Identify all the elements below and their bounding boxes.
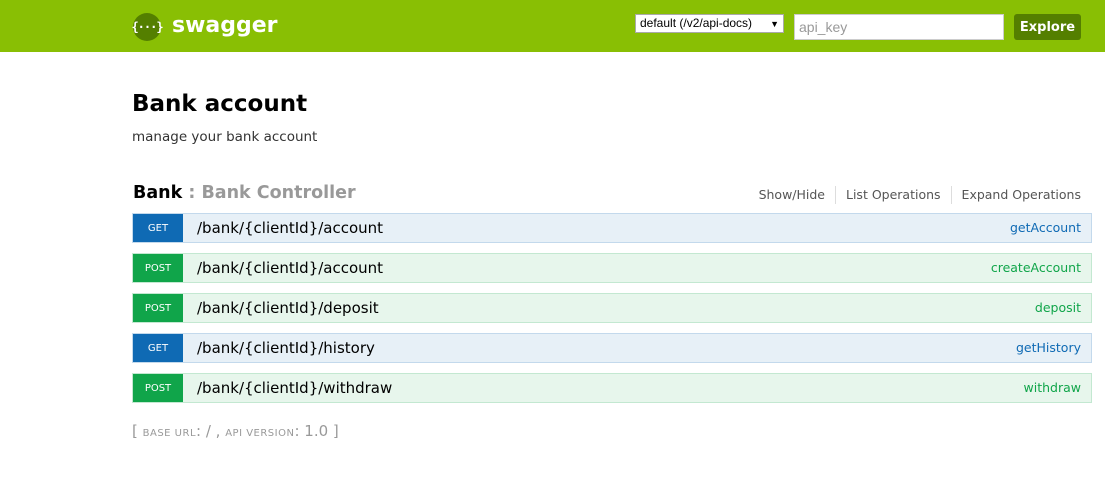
api-info-footer: [ BASE URL: / , API VERSION: 1.0 ] xyxy=(132,421,339,444)
base-url-label: BASE URL xyxy=(142,428,197,439)
operation-row[interactable]: POST /bank/{clientId}/account createAcco… xyxy=(132,253,1092,283)
http-method-badge[interactable]: GET xyxy=(133,214,183,242)
operation-path[interactable]: /bank/{clientId}/account xyxy=(197,219,383,237)
http-method-badge[interactable]: POST xyxy=(133,294,183,322)
list-operations-link[interactable]: List Operations xyxy=(835,186,951,204)
page-title: Bank account xyxy=(132,91,308,117)
expand-operations-link[interactable]: Expand Operations xyxy=(950,186,1081,204)
api-spec-select[interactable]: default (/v2/api-docs) ▼ xyxy=(635,14,784,33)
api-version-label: API VERSION xyxy=(225,428,295,439)
operation-row[interactable]: GET /bank/{clientId}/history getHistory xyxy=(132,333,1092,363)
operation-path[interactable]: /bank/{clientId}/deposit xyxy=(197,299,379,317)
http-method-badge[interactable]: POST xyxy=(133,374,183,402)
operation-row[interactable]: POST /bank/{clientId}/deposit deposit xyxy=(132,293,1092,323)
page-description: manage your bank account xyxy=(132,129,318,145)
resource-separator: : xyxy=(182,183,202,203)
operation-row[interactable]: GET /bank/{clientId}/account getAccount xyxy=(132,213,1092,243)
swagger-logo-text[interactable]: swagger xyxy=(172,10,278,42)
operation-path[interactable]: /bank/{clientId}/account xyxy=(197,259,383,277)
operation-nickname[interactable]: withdraw xyxy=(1024,380,1081,396)
swagger-logo-icon[interactable]: {···} xyxy=(131,13,164,41)
show-hide-link[interactable]: Show/Hide xyxy=(749,186,835,204)
api-version-value: : 1.0 xyxy=(294,422,333,440)
operation-nickname[interactable]: createAccount xyxy=(991,260,1081,276)
resource-name[interactable]: Bank xyxy=(133,183,182,203)
http-method-badge[interactable]: GET xyxy=(133,334,183,362)
top-header-bar: {···} swagger default (/v2/api-docs) ▼ a… xyxy=(0,0,1105,52)
footer-close-bracket: ] xyxy=(332,422,339,440)
operation-path[interactable]: /bank/{clientId}/withdraw xyxy=(197,379,392,397)
resource-options: Show/Hide List Operations Expand Operati… xyxy=(749,186,1081,204)
operation-path[interactable]: /bank/{clientId}/history xyxy=(197,339,375,357)
resource-heading[interactable]: Bank : Bank Controller xyxy=(133,180,356,206)
operation-row[interactable]: POST /bank/{clientId}/withdraw withdraw xyxy=(132,373,1092,403)
operation-nickname[interactable]: deposit xyxy=(1035,300,1081,316)
dropdown-arrow-icon: ▼ xyxy=(770,19,779,29)
http-method-badge[interactable]: POST xyxy=(133,254,183,282)
operations-list: GET /bank/{clientId}/account getAccount … xyxy=(132,213,1092,413)
api-key-input[interactable]: api_key xyxy=(794,14,1004,40)
footer-open-bracket: [ xyxy=(132,422,143,440)
explore-button[interactable]: Explore xyxy=(1014,14,1081,40)
resource-description: Bank Controller xyxy=(201,183,356,203)
operation-nickname[interactable]: getHistory xyxy=(1016,340,1081,356)
operation-nickname[interactable]: getAccount xyxy=(1010,220,1081,236)
base-url-value: : / , xyxy=(196,422,226,440)
api-spec-select-value: default (/v2/api-docs) xyxy=(640,16,753,30)
